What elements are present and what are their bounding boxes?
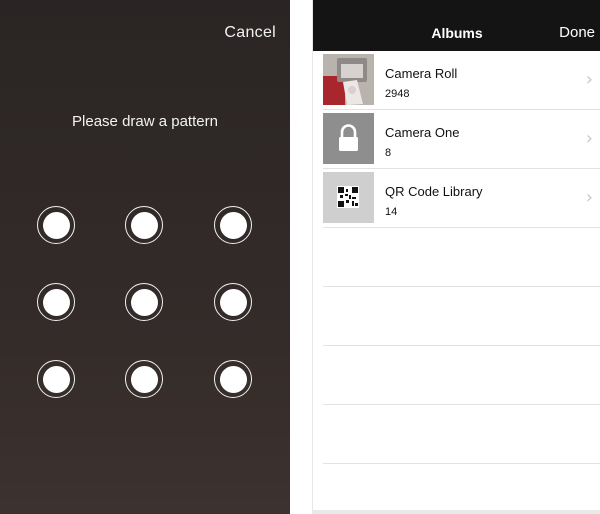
dot-core (130, 365, 158, 393)
bottom-edge (312, 510, 600, 514)
dot-core (130, 211, 158, 239)
dot-core (130, 288, 158, 316)
dot-core (42, 288, 70, 316)
dot-core (219, 365, 247, 393)
dot-core (219, 211, 247, 239)
dot-core (42, 211, 70, 239)
album-count: 2948 (385, 88, 410, 100)
pattern-dot-7[interactable] (37, 360, 75, 398)
screenshot-gap (290, 0, 312, 514)
row-divider (323, 227, 600, 228)
cancel-button[interactable]: Cancel (224, 24, 276, 42)
navigation-bar: Albums Done (313, 0, 600, 51)
pattern-dot-5[interactable] (125, 283, 163, 321)
pattern-lock-screen: Cancel Please draw a pattern (0, 0, 290, 514)
album-count: 14 (385, 206, 398, 218)
albums-screen: Albums Done Camera Roll 2948 › Camera On… (312, 0, 600, 514)
lock-icon (323, 113, 374, 164)
photo-thumbnail-icon (323, 54, 374, 105)
dot-core (219, 288, 247, 316)
album-name: Camera Roll (385, 66, 458, 81)
pattern-dot-8[interactable] (125, 360, 163, 398)
chevron-right-icon: › (585, 187, 593, 208)
pattern-dot-4[interactable] (37, 283, 75, 321)
pattern-dot-6[interactable] (214, 283, 252, 321)
album-name: QR Code Library (385, 184, 483, 199)
qr-code-thumbnail-icon (323, 172, 374, 223)
done-button[interactable]: Done (559, 24, 595, 41)
empty-row-divider (323, 345, 600, 346)
page-title: Albums (431, 25, 483, 41)
album-count: 8 (385, 147, 392, 159)
album-name: Camera One (385, 125, 460, 140)
dot-core (42, 365, 70, 393)
empty-row-divider (323, 404, 600, 405)
album-row-qr-code-library[interactable]: QR Code Library 14 › (323, 169, 600, 228)
chevron-right-icon: › (585, 69, 593, 90)
pattern-dot-3[interactable] (214, 206, 252, 244)
chevron-right-icon: › (585, 128, 593, 149)
pattern-dot-2[interactable] (125, 206, 163, 244)
empty-row-divider (323, 286, 600, 287)
pattern-dot-9[interactable] (214, 360, 252, 398)
empty-row-divider (323, 463, 600, 464)
pattern-dot-1[interactable] (37, 206, 75, 244)
pattern-prompt: Please draw a pattern (72, 113, 218, 130)
album-row-camera-roll[interactable]: Camera Roll 2948 › (323, 51, 600, 110)
album-row-camera-one[interactable]: Camera One 8 › (323, 110, 600, 169)
